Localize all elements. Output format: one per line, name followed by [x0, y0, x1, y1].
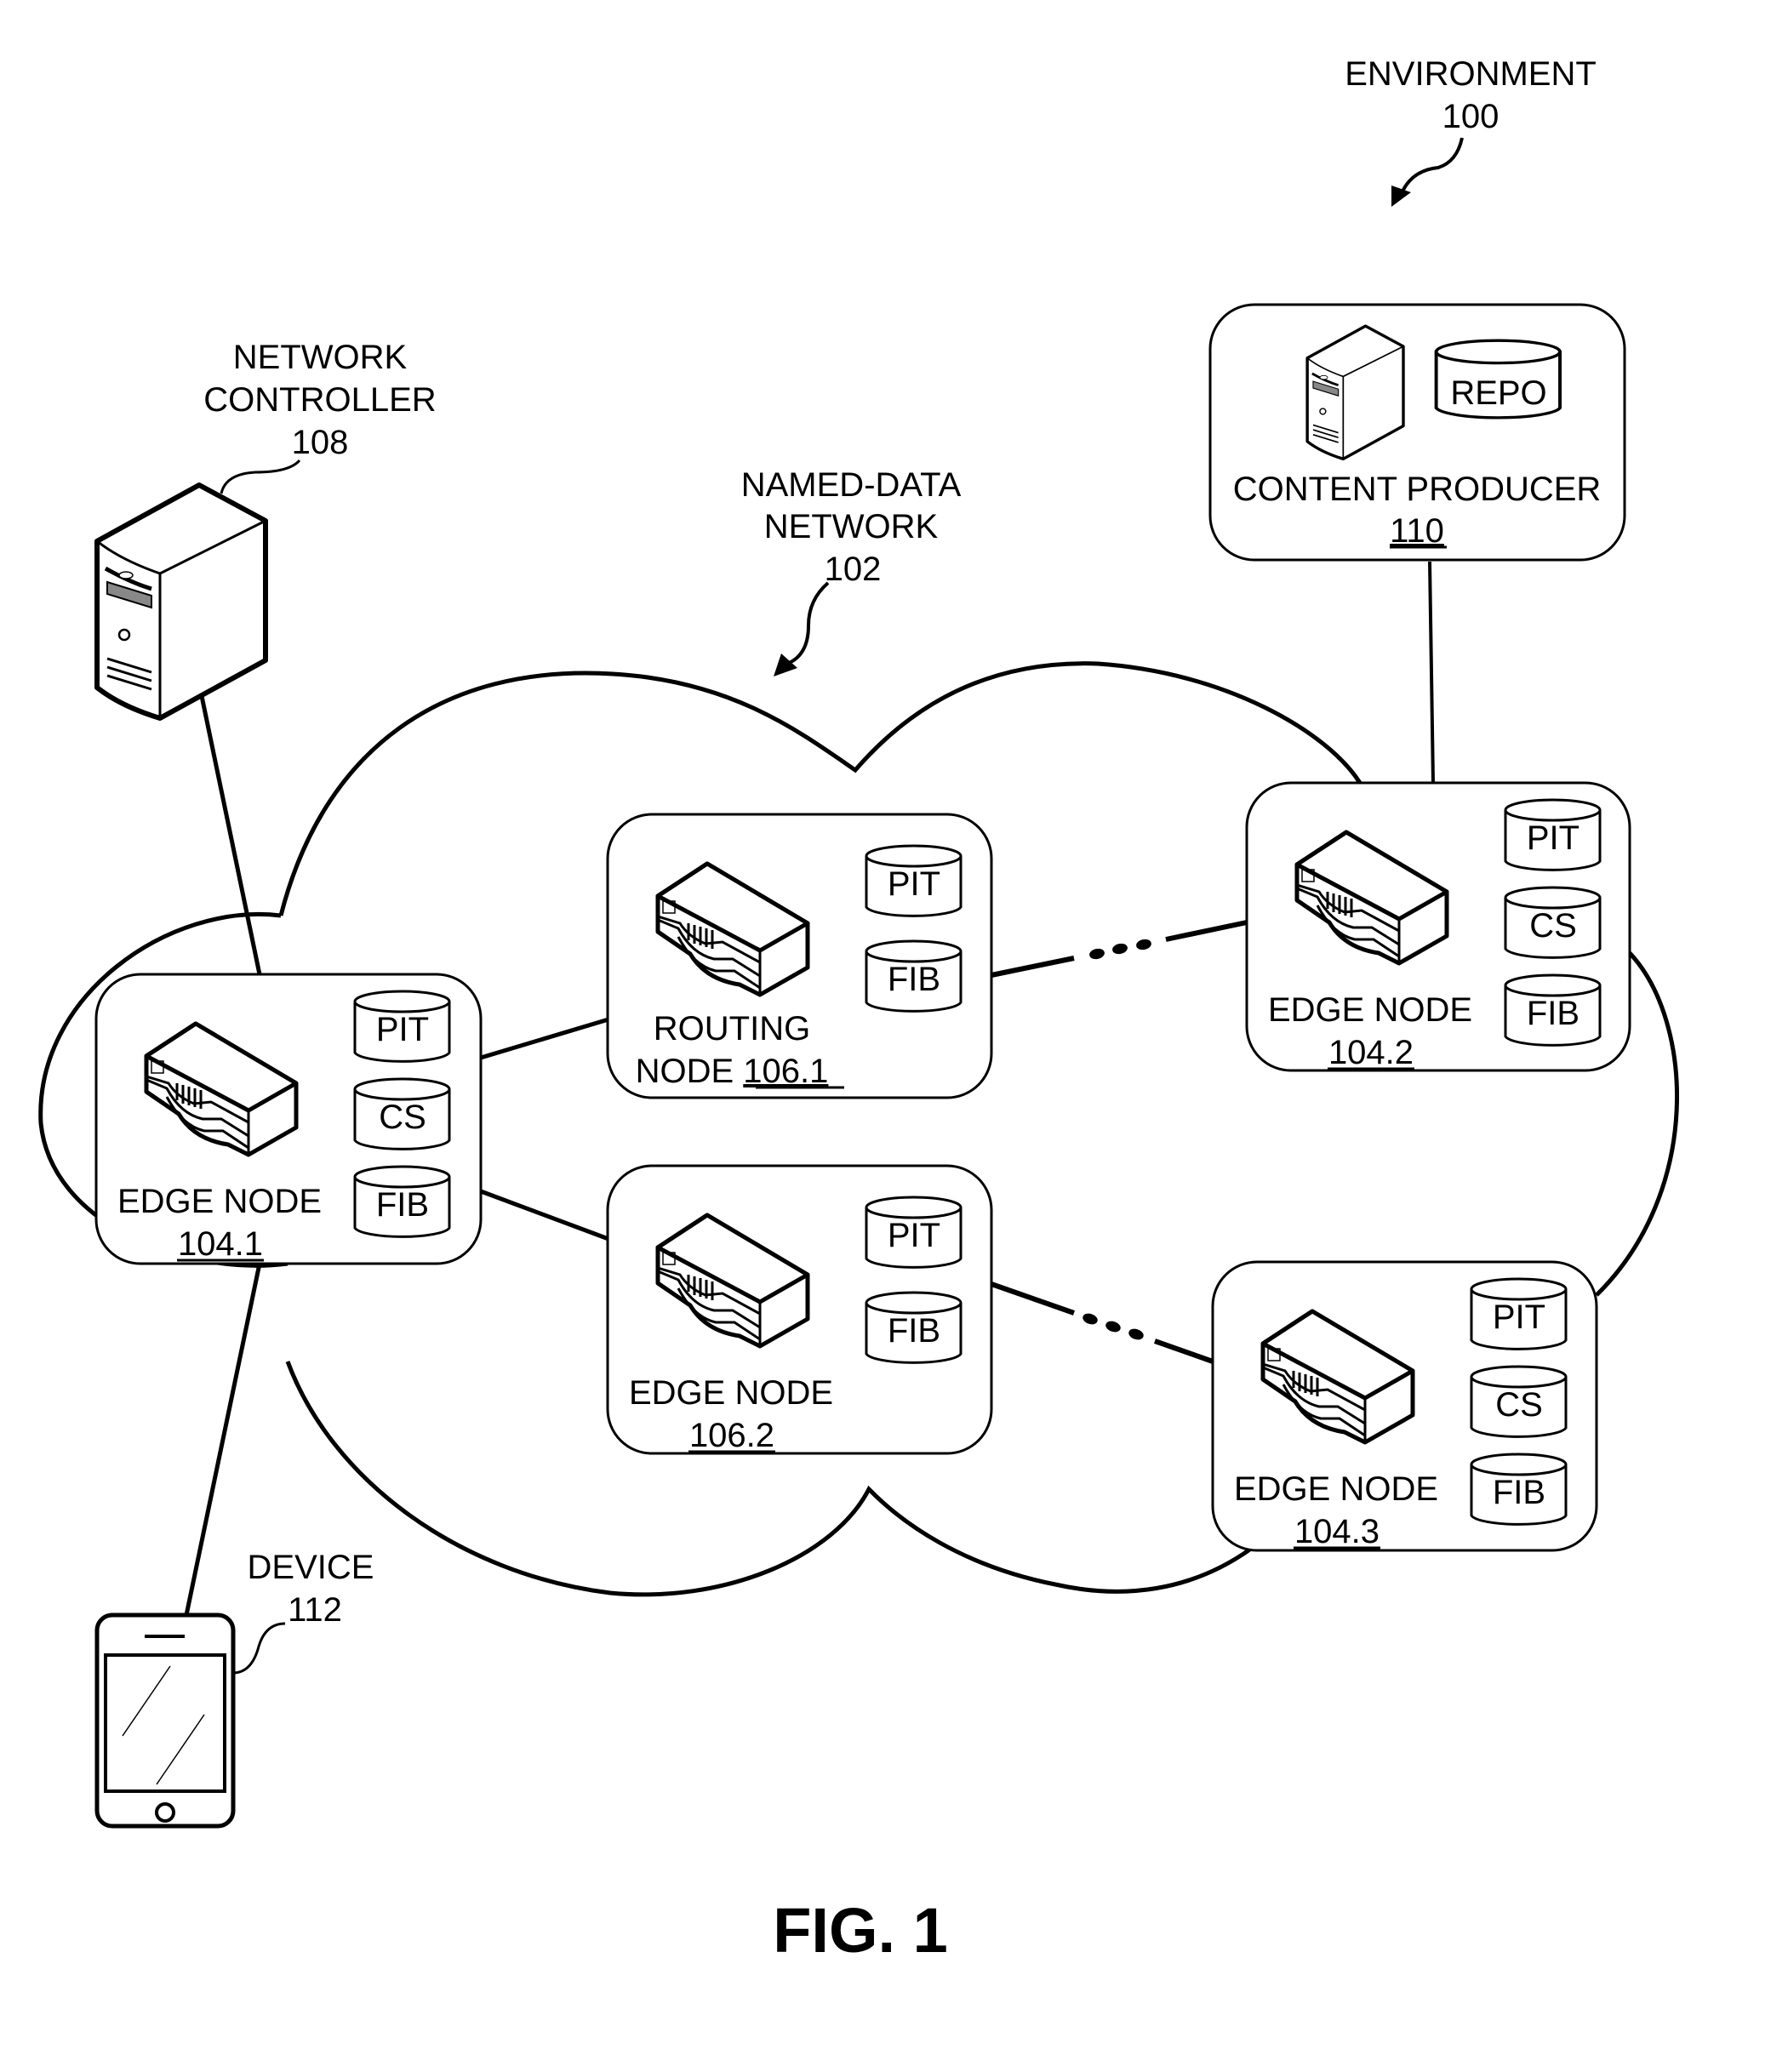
- controller-label-line1: NETWORK: [233, 339, 408, 376]
- arrowhead-icon: [1391, 186, 1411, 207]
- node-edge-104-3[interactable]: PIT CS FIB EDGE NODE 104.3: [1211, 1260, 1598, 1552]
- content-producer[interactable]: REPO CONTENT PRODUCER 110: [1208, 303, 1626, 562]
- environment-label-text: ENVIRONMENT: [1345, 55, 1597, 93]
- environment-leader-arrow: [1401, 137, 1464, 192]
- table-label: FIB: [888, 1312, 940, 1350]
- table-label: FIB: [376, 1186, 429, 1224]
- fib-table-icon: FIB: [1504, 973, 1602, 1047]
- cs-table-icon: CS: [1470, 1365, 1568, 1438]
- node-label-line1: EDGE NODE: [629, 1374, 833, 1412]
- table-label: FIB: [1527, 995, 1579, 1032]
- controller-ref: 108: [292, 424, 349, 461]
- link-routing-106-1-edge-104-2: [991, 920, 1248, 978]
- content-producer-label: CONTENT PRODUCER: [1233, 471, 1602, 508]
- node-label-line2: NODE 106.1: [636, 1053, 829, 1090]
- fib-table-icon: FIB: [865, 1291, 963, 1364]
- fib-table-icon: FIB: [1470, 1453, 1568, 1526]
- node-label-line1: ROUTING: [654, 1010, 810, 1047]
- pit-table-icon: PIT: [1470, 1277, 1568, 1350]
- cs-table-icon: CS: [353, 1077, 451, 1150]
- table-label: CS: [379, 1099, 426, 1136]
- link-edge-104-1-routing-106-1: [480, 1017, 609, 1060]
- controller-leader: [220, 459, 301, 494]
- table-label: PIT: [1527, 819, 1579, 857]
- node-edge-104-1[interactable]: PIT CS FIB EDGE NODE 104.1: [94, 973, 483, 1265]
- arrowhead-icon: [774, 654, 797, 676]
- pit-table-icon: PIT: [1504, 798, 1602, 871]
- node-edge-104-2[interactable]: PIT CS FIB EDGE NODE 104.2: [1245, 781, 1631, 1072]
- device-ref: 112: [288, 1591, 342, 1629]
- node-label-line1: EDGE NODE: [1268, 991, 1472, 1029]
- figure-caption: FIG. 1: [773, 1895, 948, 1966]
- network-controller[interactable]: NETWORK CONTROLLER 108: [97, 339, 437, 718]
- controller-label-line2: CONTROLLER: [203, 381, 436, 419]
- node-label-prefix: NODE: [636, 1053, 744, 1090]
- fib-table-icon: FIB: [865, 939, 963, 1013]
- pit-table-icon: PIT: [865, 844, 963, 917]
- network-label: NAMED-DATA NETWORK 102: [741, 466, 962, 676]
- table-label: CS: [1495, 1386, 1543, 1424]
- node-ref: 106.1: [743, 1053, 828, 1090]
- content-producer-ref: 110: [1390, 512, 1444, 550]
- table-label: FIB: [1493, 1474, 1545, 1511]
- environment-label: ENVIRONMENT 100: [1345, 55, 1597, 207]
- node-label-line1: EDGE NODE: [1234, 1470, 1438, 1508]
- link-controller-edge-104-1: [199, 695, 262, 975]
- table-label: PIT: [888, 865, 940, 903]
- environment-ref: 100: [1442, 98, 1500, 135]
- pit-table-icon: PIT: [865, 1196, 963, 1269]
- network-diagram: ENVIRONMENT 100 NAMED-DATA NETWORK 102 N…: [38, 55, 1680, 1966]
- link-content-producer-edge-104-2: [1428, 561, 1435, 784]
- smartphone-icon: [94, 1613, 236, 1829]
- table-label: CS: [1529, 907, 1577, 945]
- link-edge-106-2-edge-104-3: [991, 1281, 1214, 1364]
- device[interactable]: DEVICE 112: [94, 1549, 374, 1829]
- network-label-line1: NAMED-DATA: [741, 466, 962, 504]
- pit-table-icon: PIT: [353, 990, 451, 1063]
- table-label: FIB: [888, 961, 940, 998]
- table-label: PIT: [888, 1217, 940, 1254]
- device-label: DEVICE: [248, 1549, 374, 1586]
- network-leader-arrow: [786, 581, 830, 665]
- network-label-line2: NETWORK: [764, 508, 939, 545]
- node-ref: 104.2: [1328, 1034, 1414, 1071]
- table-label: PIT: [376, 1011, 429, 1048]
- link-edge-104-1-edge-106-2: [480, 1189, 609, 1241]
- diagram-canvas: ENVIRONMENT 100 NAMED-DATA NETWORK 102 N…: [0, 0, 1788, 2072]
- node-ref: 104.1: [178, 1225, 263, 1263]
- fib-table-icon: FIB: [353, 1165, 451, 1238]
- node-ref: 104.3: [1294, 1513, 1380, 1550]
- server-tower-icon: [97, 485, 266, 718]
- node-label-line1: EDGE NODE: [117, 1183, 322, 1220]
- node-edge-106-2[interactable]: PIT FIB EDGE NODE 106.2: [606, 1164, 993, 1455]
- repo-label: REPO: [1450, 374, 1546, 412]
- node-routing-106-1[interactable]: PIT FIB ROUTING NODE 106.1: [606, 813, 993, 1099]
- cs-table-icon: CS: [1504, 886, 1602, 959]
- node-ref: 106.2: [689, 1417, 774, 1454]
- table-label: PIT: [1493, 1299, 1545, 1336]
- network-ref: 102: [825, 551, 882, 588]
- device-leader: [233, 1622, 286, 1675]
